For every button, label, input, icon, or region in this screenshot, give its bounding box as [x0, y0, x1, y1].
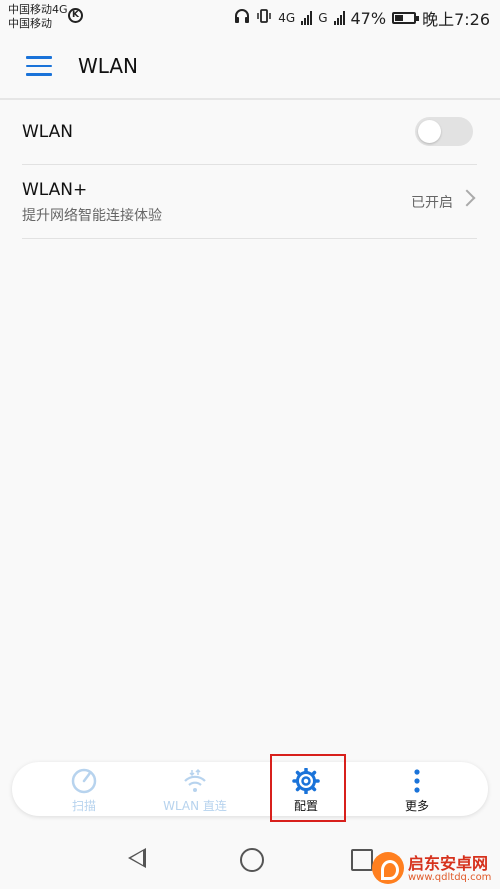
- watermark-logo-icon: [372, 852, 404, 884]
- more-vertical-icon: [402, 768, 432, 794]
- wifi-direct-label: WLAN 直连: [163, 799, 227, 813]
- back-icon[interactable]: [128, 848, 146, 868]
- carrier-line-1: 中国移动4G: [8, 3, 68, 16]
- scan-button[interactable]: 扫描: [29, 762, 139, 816]
- wlan-plus-title: WLAN+: [22, 180, 88, 200]
- scan-label: 扫描: [71, 799, 96, 813]
- battery-percent: 47%: [350, 8, 387, 28]
- vibrate-icon: [256, 8, 272, 28]
- signal-1-icon: [301, 11, 313, 25]
- home-icon[interactable]: [240, 848, 264, 872]
- battery-icon: [392, 12, 420, 24]
- wlan-toggle-switch[interactable]: [415, 117, 473, 146]
- network-type-2: G: [318, 11, 328, 25]
- signal-2-icon: [333, 11, 345, 25]
- wlan-plus-subtitle: 提升网络智能连接体验: [22, 208, 162, 224]
- status-icons: 4G G 47% 晚上7:26: [234, 6, 490, 30]
- more-label: 更多: [404, 799, 429, 813]
- k-badge-icon: K: [68, 8, 83, 23]
- carrier-line-2: 中国移动: [8, 17, 52, 30]
- headphone-icon: [234, 8, 250, 28]
- page-title: WLAN: [78, 54, 139, 78]
- watermark-name: 启东安卓网: [408, 854, 489, 873]
- wlan-plus-row[interactable]: WLAN+ 提升网络智能连接体验 已开启: [22, 165, 477, 239]
- bottom-toolbar: 扫描 WLAN 直连 配置 更多: [12, 762, 488, 816]
- battery-fill: [395, 15, 404, 21]
- wifi-direct-icon: [180, 768, 210, 794]
- network-type-1: 4G: [278, 11, 296, 25]
- wlan-row-title: WLAN: [22, 122, 74, 142]
- highlight-box: [270, 754, 346, 822]
- wifi-direct-button[interactable]: WLAN 直连: [140, 762, 250, 816]
- watermark: 启东安卓网 www.qdltdq.com: [372, 850, 498, 888]
- toggle-knob: [418, 120, 441, 143]
- carrier-info: 中国移动4G 中国移动: [8, 3, 68, 31]
- more-button[interactable]: 更多: [362, 762, 472, 816]
- watermark-url: www.qdltdq.com: [408, 872, 492, 883]
- scan-icon: [69, 768, 99, 794]
- hamburger-menu-icon[interactable]: [26, 56, 52, 76]
- status-bar: 中国移动4G 中国移动 K 4G G 47% 晚上7:26: [0, 0, 500, 34]
- wlan-toggle-row[interactable]: WLAN: [22, 100, 477, 165]
- recent-apps-icon[interactable]: [351, 849, 373, 871]
- clock: 晚上7:26: [422, 10, 490, 29]
- chevron-right-icon: [458, 189, 476, 207]
- app-bar: WLAN: [0, 34, 500, 100]
- wlan-plus-status: 已开启: [411, 195, 453, 211]
